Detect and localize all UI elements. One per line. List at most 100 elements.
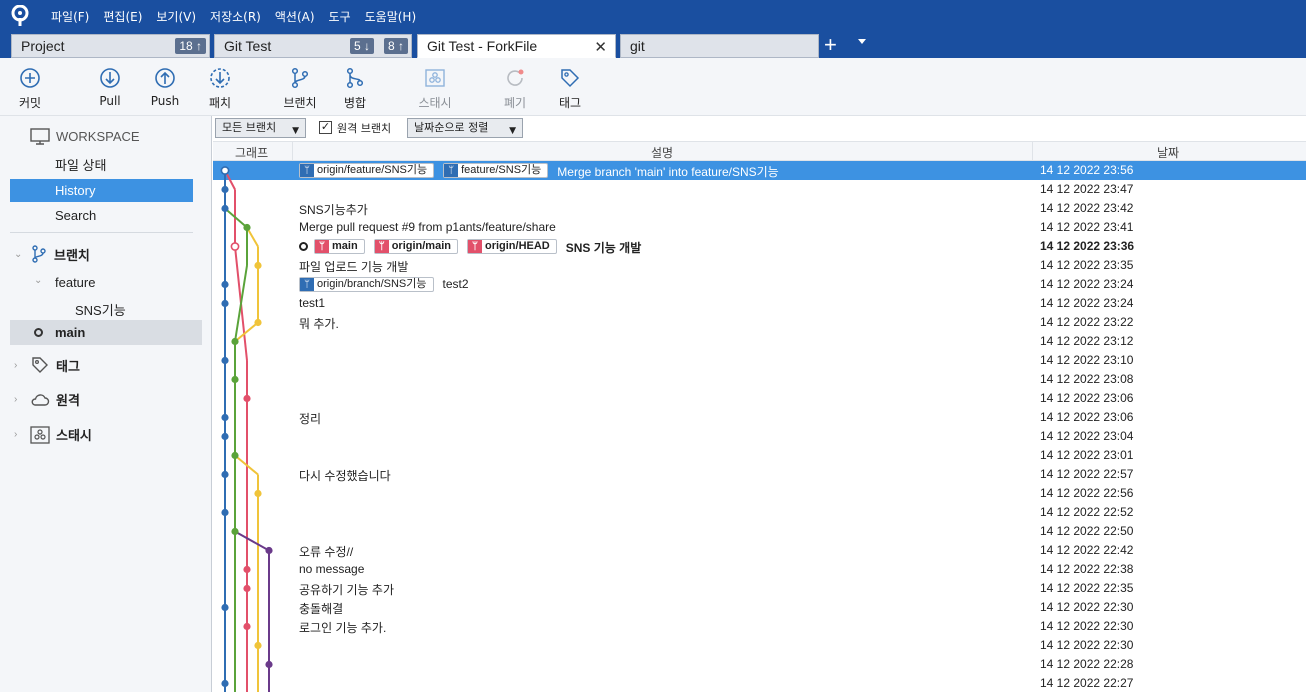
tab-git-test[interactable]: Git Test 5 ↓ 8 ↑ <box>214 34 412 58</box>
commit-node[interactable] <box>221 185 229 194</box>
chevron-down-icon[interactable]: ⌄ <box>34 275 42 286</box>
pull-button[interactable]: Pull <box>80 66 140 108</box>
commit-node[interactable] <box>220 166 230 175</box>
commit-node[interactable] <box>243 622 251 631</box>
remote-branches-checkbox[interactable]: ✓ <box>319 121 332 134</box>
commit-node[interactable] <box>254 489 262 498</box>
commit-node[interactable] <box>254 261 262 270</box>
commit-node[interactable] <box>221 280 229 289</box>
commit-node[interactable] <box>221 432 229 441</box>
menu-file[interactable]: 파일(F) <box>44 8 96 25</box>
commit-row[interactable]: 오류 수정// 14 12 2022 22:42 <box>213 541 1306 560</box>
branch-ref-label[interactable]: ᛘ origin/feature/SNS기능 <box>299 163 435 178</box>
commit-row[interactable]: test1 14 12 2022 23:24 <box>213 294 1306 313</box>
discard-button[interactable]: 폐기 <box>485 66 545 111</box>
commit-node[interactable] <box>231 451 239 460</box>
commit-row[interactable]: 파일 업로드 기능 개발 14 12 2022 23:35 <box>213 256 1306 275</box>
commit-node[interactable] <box>243 584 251 593</box>
patch-button[interactable]: 패치 <box>190 66 250 111</box>
commit-row[interactable]: 정리 14 12 2022 23:06 <box>213 408 1306 427</box>
commit-node[interactable] <box>221 356 229 365</box>
commit-row[interactable]: 뭐 추가. 14 12 2022 23:22 <box>213 313 1306 332</box>
commit-node[interactable] <box>221 413 229 422</box>
commit-node[interactable] <box>231 337 239 346</box>
column-date[interactable]: 날짜 <box>1157 144 1179 161</box>
commit-row[interactable]: no message 14 12 2022 22:38 <box>213 560 1306 579</box>
column-graph[interactable]: 그래프 <box>235 144 268 161</box>
commit-node[interactable] <box>221 603 229 612</box>
sidebar-group-tags[interactable]: › 태그 <box>14 355 80 375</box>
commit-node[interactable] <box>243 394 251 403</box>
sort-dropdown[interactable]: 날짜순으로 정렬 ▼ <box>407 118 523 138</box>
commit-row[interactable]: 로그인 기능 추가. 14 12 2022 22:30 <box>213 617 1306 636</box>
branch-ref-label[interactable]: ᛘ origin/main <box>373 239 458 254</box>
menu-repository[interactable]: 저장소(R) <box>203 8 268 25</box>
commit-node[interactable] <box>254 641 262 650</box>
commit-row[interactable]: 14 12 2022 23:01 <box>213 446 1306 465</box>
commit-node[interactable] <box>221 679 229 688</box>
add-tab-icon[interactable]: + <box>824 34 837 56</box>
commit-list[interactable]: ᛘ origin/feature/SNS기능 ᛘ feature/SNS기능 Merge… <box>213 161 1306 692</box>
commit-row[interactable]: ᛘ origin/branch/SNS기능 test2 14 12 2022 23:2… <box>213 275 1306 294</box>
tab-project[interactable]: Project 18 ↑ <box>11 34 210 58</box>
branch-ref-label[interactable]: ᛘ origin/HEAD <box>466 239 557 254</box>
commit-node[interactable] <box>231 527 239 536</box>
commit-row[interactable]: 14 12 2022 23:06 <box>213 389 1306 408</box>
sidebar-group-remotes[interactable]: › 원격 <box>14 390 80 409</box>
branch-button[interactable]: 브랜치 <box>270 66 330 111</box>
commit-node[interactable] <box>231 375 239 384</box>
commit-row[interactable]: 14 12 2022 22:56 <box>213 484 1306 503</box>
stash-button[interactable]: 스태시 <box>405 66 465 111</box>
commit-row[interactable]: 14 12 2022 22:28 <box>213 655 1306 674</box>
commit-row[interactable]: 공유하기 기능 추가 14 12 2022 22:35 <box>213 579 1306 598</box>
commit-row[interactable]: ᛘ origin/feature/SNS기능 ᛘ feature/SNS기능 Merge… <box>213 161 1306 180</box>
commit-row[interactable]: 다시 수정했습니다 14 12 2022 22:57 <box>213 465 1306 484</box>
branch-ref-label[interactable]: ᛘ feature/SNS기능 <box>443 163 549 178</box>
sidebar-group-branches[interactable]: ⌄ 브랜치 <box>14 244 90 264</box>
branch-ref-label[interactable]: ᛘ main <box>314 239 365 254</box>
branch-ref-label[interactable]: ᛘ origin/branch/SNS기능 <box>299 277 434 292</box>
column-description[interactable]: 설명 <box>651 144 673 161</box>
commit-row[interactable]: 14 12 2022 22:30 <box>213 636 1306 655</box>
commit-row[interactable]: 14 12 2022 22:27 <box>213 674 1306 692</box>
sidebar-item-search[interactable]: Search <box>10 204 193 227</box>
commit-row[interactable]: ᛘ main ᛘ origin/main ᛘ origin/HEAD SNS 기능 개발 14… <box>213 237 1306 256</box>
branch-item-main[interactable]: main <box>10 320 202 345</box>
commit-node[interactable] <box>221 204 229 213</box>
commit-row[interactable]: 14 12 2022 23:10 <box>213 351 1306 370</box>
branch-folder-feature[interactable]: feature <box>55 275 95 290</box>
commit-row[interactable]: 14 12 2022 22:50 <box>213 522 1306 541</box>
commit-node[interactable] <box>254 318 262 327</box>
sidebar-group-stashes[interactable]: › 스태시 <box>14 425 92 444</box>
tab-menu-chevron-icon[interactable] <box>858 39 866 44</box>
tag-button[interactable]: 태그 <box>540 66 600 111</box>
commit-node[interactable] <box>243 223 251 232</box>
commit-row[interactable]: Merge pull request #9 from p1ants/featur… <box>213 218 1306 237</box>
tab-git[interactable]: git <box>620 34 819 58</box>
commit-node[interactable] <box>221 299 229 308</box>
menu-edit[interactable]: 편집(E) <box>96 8 149 25</box>
commit-node[interactable] <box>230 242 240 251</box>
commit-node[interactable] <box>265 660 273 669</box>
commit-row[interactable]: 14 12 2022 23:08 <box>213 370 1306 389</box>
merge-button[interactable]: 병합 <box>325 66 385 111</box>
column-divider[interactable] <box>292 142 293 162</box>
commit-row[interactable]: 14 12 2022 22:52 <box>213 503 1306 522</box>
menu-actions[interactable]: 액션(A) <box>268 8 322 25</box>
sidebar-item-history[interactable]: History <box>10 179 193 202</box>
commit-row[interactable]: 14 12 2022 23:04 <box>213 427 1306 446</box>
column-divider[interactable] <box>1032 142 1033 162</box>
commit-row[interactable]: 14 12 2022 23:12 <box>213 332 1306 351</box>
push-button[interactable]: Push <box>135 66 195 108</box>
close-tab-icon[interactable]: ✕ <box>594 38 607 56</box>
branch-item-sns[interactable]: SNS기능 <box>75 300 126 319</box>
menu-help[interactable]: 도움말(H) <box>358 8 424 25</box>
branch-filter-dropdown[interactable]: 모든 브랜치 ▼ <box>215 118 306 138</box>
commit-row[interactable]: 14 12 2022 23:47 <box>213 180 1306 199</box>
tab-git-test-forkfile[interactable]: Git Test - ForkFile ✕ <box>417 34 616 58</box>
commit-node[interactable] <box>221 508 229 517</box>
commit-node[interactable] <box>243 565 251 574</box>
menu-tools[interactable]: 도구 <box>322 8 358 25</box>
commit-node[interactable] <box>265 546 273 555</box>
sidebar-item-file-status[interactable]: 파일 상태 <box>10 154 193 177</box>
